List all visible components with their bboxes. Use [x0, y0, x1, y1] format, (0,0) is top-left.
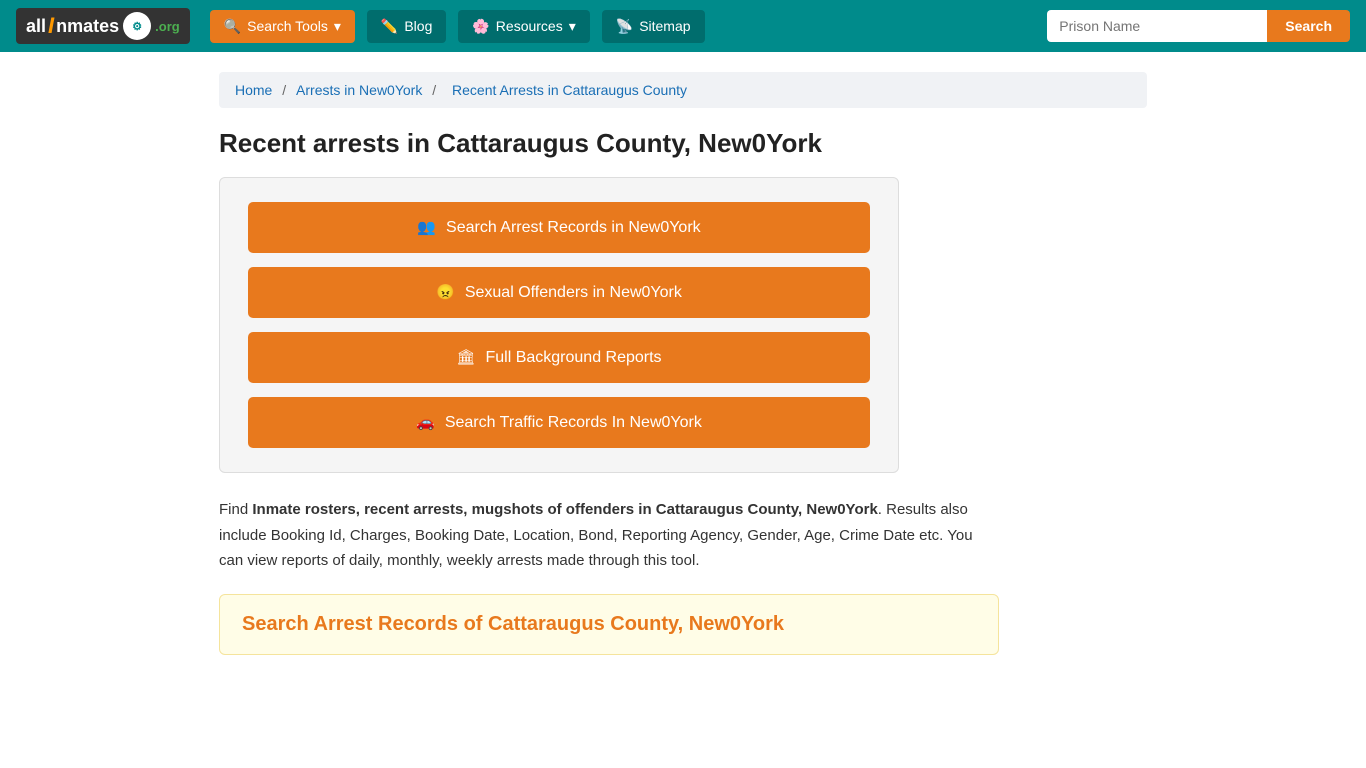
logo[interactable]: all I nmates ⚙ .org [16, 8, 190, 44]
description-text: Find Inmate rosters, recent arrests, mug… [219, 497, 999, 574]
description-bold: Inmate rosters, recent arrests, mugshots… [252, 501, 877, 518]
blog-icon [381, 18, 398, 35]
building-icon [456, 348, 475, 367]
header-search-box: Search [1047, 10, 1350, 42]
logo-text-nmates: nmates [56, 16, 119, 37]
search-tools-dropdown-icon: ▾ [334, 18, 341, 35]
angry-icon [436, 283, 455, 302]
prison-name-input[interactable] [1047, 10, 1267, 42]
arrest-records-button[interactable]: Search Arrest Records in New0York [248, 202, 870, 253]
sitemap-icon [616, 18, 633, 35]
nav-blog-button[interactable]: Blog [367, 10, 446, 43]
nav-search-tools-button[interactable]: Search Tools ▾ [210, 10, 355, 43]
logo-circle-icon: ⚙ [123, 12, 151, 40]
nav-resources-button[interactable]: Resources ▾ [458, 10, 589, 43]
description-intro: Find [219, 501, 252, 518]
logo-text-all: all [26, 16, 46, 37]
breadcrumb-sep-2: / [432, 82, 440, 98]
nav-resources-label: Resources [496, 18, 563, 34]
traffic-records-button[interactable]: Search Traffic Records In New0York [248, 397, 870, 448]
breadcrumb-current: Recent Arrests in Cattaraugus County [452, 82, 687, 98]
nav-sitemap-label: Sitemap [639, 18, 690, 34]
logo-text-i: I [48, 13, 54, 39]
background-reports-label: Full Background Reports [485, 349, 661, 367]
breadcrumb-arrests-ny[interactable]: Arrests in New0York [296, 82, 422, 98]
page-title: Recent arrests in Cattaraugus County, Ne… [219, 128, 1147, 159]
traffic-records-label: Search Traffic Records In New0York [445, 414, 702, 432]
breadcrumb: Home / Arrests in New0York / Recent Arre… [219, 72, 1147, 108]
arrest-records-label: Search Arrest Records in New0York [446, 219, 701, 237]
action-buttons-box: Search Arrest Records in New0York Sexual… [219, 177, 899, 473]
background-reports-button[interactable]: Full Background Reports [248, 332, 870, 383]
site-header: all I nmates ⚙ .org Search Tools ▾ Blog … [0, 0, 1366, 52]
sexual-offenders-button[interactable]: Sexual Offenders in New0York [248, 267, 870, 318]
sexual-offenders-label: Sexual Offenders in New0York [465, 284, 682, 302]
main-content: Home / Arrests in New0York / Recent Arre… [203, 52, 1163, 675]
breadcrumb-sep-1: / [282, 82, 290, 98]
breadcrumb-home[interactable]: Home [235, 82, 272, 98]
nav-search-tools-label: Search Tools [247, 18, 328, 34]
nav-sitemap-button[interactable]: Sitemap [602, 10, 705, 43]
resources-dropdown-icon: ▾ [569, 18, 576, 35]
car-icon [416, 413, 435, 432]
people-icon [417, 218, 436, 237]
nav-blog-label: Blog [404, 18, 432, 34]
resources-icon [472, 18, 489, 35]
search-tools-icon [224, 18, 241, 35]
header-search-label: Search [1285, 18, 1332, 34]
header-search-button[interactable]: Search [1267, 10, 1350, 42]
logo-text-dotorg: .org [155, 19, 180, 34]
search-records-section: Search Arrest Records of Cattaraugus Cou… [219, 594, 999, 655]
search-records-title: Search Arrest Records of Cattaraugus Cou… [242, 613, 976, 636]
